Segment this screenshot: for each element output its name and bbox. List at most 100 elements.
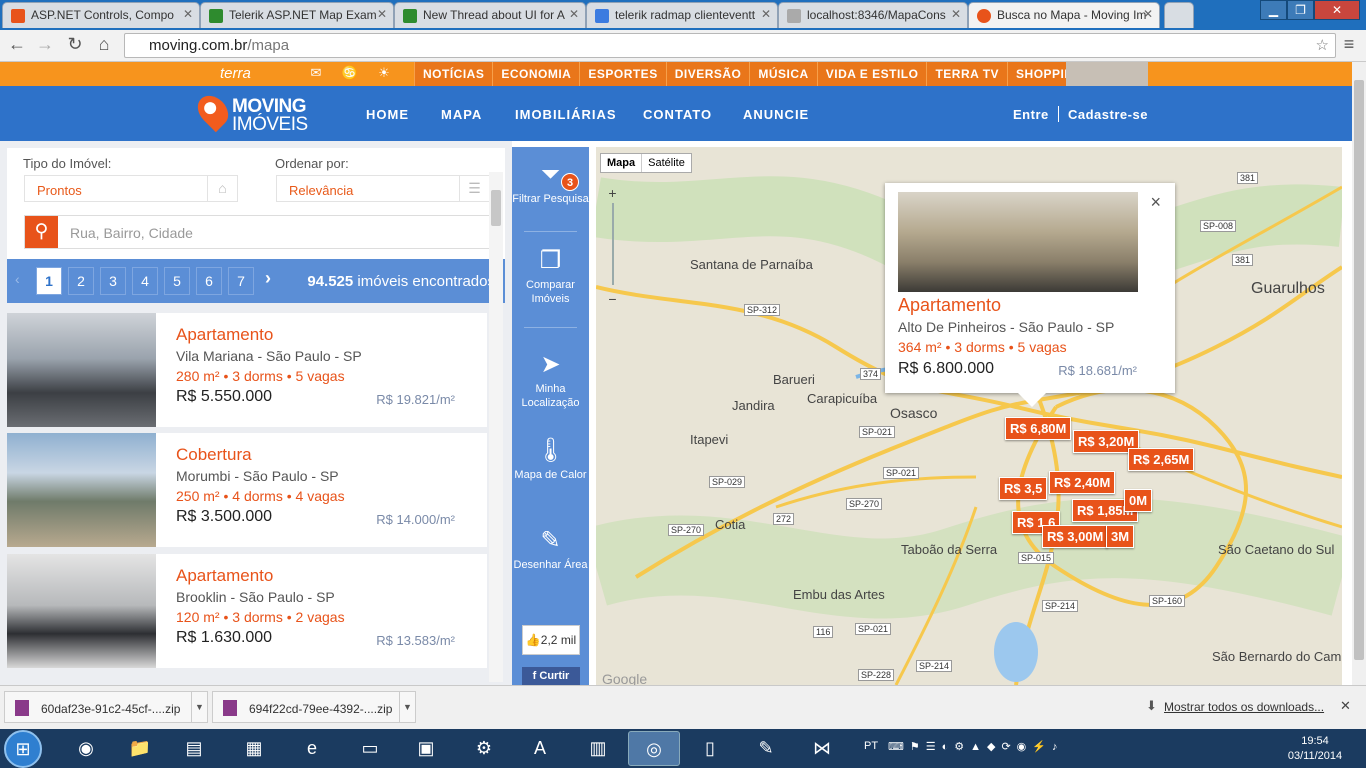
price-marker[interactable]: R$ 2,65M: [1128, 448, 1195, 471]
taskbar-app-icon[interactable]: ✎: [740, 731, 792, 766]
page-button[interactable]: 7: [228, 267, 254, 295]
price-marker[interactable]: 3M: [1106, 525, 1135, 548]
browser-tab[interactable]: ASP.NET Controls, Compo ✕: [2, 2, 200, 28]
browser-tab[interactable]: telerik radmap clienteventt ✕: [586, 2, 778, 28]
map-canvas[interactable]: Mapa Satélite + − Santana de Parnaíba Ba…: [596, 147, 1342, 685]
reload-icon[interactable]: ↻: [64, 34, 86, 55]
address-search[interactable]: ⚲ Rua, Bairro, Cidade: [24, 215, 490, 249]
nav-home[interactable]: HOME: [366, 107, 409, 122]
nav-imobiliarias[interactable]: IMOBILIÁRIAS: [515, 107, 617, 122]
price-marker[interactable]: R$ 6,80M: [1005, 417, 1072, 440]
close-tab-icon[interactable]: ✕: [377, 7, 387, 21]
page-button[interactable]: 6: [196, 267, 222, 295]
back-icon[interactable]: ←: [6, 34, 28, 55]
browser-tab-active[interactable]: Busca no Mapa - Moving Im ✕: [968, 2, 1160, 28]
bookmark-star-icon[interactable]: ☆: [1316, 34, 1329, 57]
clock[interactable]: 19:54 03/11/2014: [1280, 734, 1350, 764]
price-marker[interactable]: 0M: [1124, 489, 1153, 512]
taskbar-calculator-icon[interactable]: ▦: [228, 731, 280, 766]
close-popup-icon[interactable]: ×: [1150, 192, 1161, 213]
show-all-downloads-link[interactable]: Mostrar todos os downloads...: [1164, 700, 1324, 714]
scrollbar-thumb[interactable]: [491, 190, 501, 226]
map-type-map[interactable]: Mapa: [601, 154, 643, 172]
close-downloads-icon[interactable]: ✕: [1340, 698, 1351, 714]
zoom-out-button[interactable]: −: [604, 291, 621, 307]
taskbar-app-icon[interactable]: ▣: [400, 731, 452, 766]
browser-tab[interactable]: New Thread about UI for A ✕: [394, 2, 586, 28]
filter-tool[interactable]: ⏷ Filtrar Pesquisa 3: [512, 161, 589, 206]
horoscope-icon[interactable]: ♋: [340, 65, 360, 81]
taskbar-chrome-icon[interactable]: ◎: [628, 731, 680, 766]
page-button[interactable]: 5: [164, 267, 190, 295]
page-button[interactable]: 4: [132, 267, 158, 295]
terra-nav-item[interactable]: ESPORTES: [579, 62, 666, 86]
listing-popup[interactable]: × Apartamento Alto De Pinheiros - São Pa…: [885, 183, 1175, 407]
taskbar-app-icon[interactable]: ▯: [684, 731, 736, 766]
price-marker[interactable]: R$ 3,5: [999, 477, 1048, 500]
listing-card[interactable]: Apartamento Brooklin - São Paulo - SP 12…: [7, 554, 487, 668]
zoom-in-button[interactable]: +: [604, 185, 621, 201]
home-icon[interactable]: ⌂: [93, 34, 115, 55]
close-tab-icon[interactable]: ✕: [569, 7, 579, 21]
draw-area-tool[interactable]: ✎ Desenhar Área: [512, 527, 589, 572]
listing-card[interactable]: Apartamento Vila Mariana - São Paulo - S…: [7, 313, 487, 427]
signup-link[interactable]: Cadastre-se: [1068, 107, 1148, 122]
map-type-satellite[interactable]: Satélite: [642, 154, 691, 172]
tray-icons[interactable]: ⌨⚑☰◐⚙▲◆⟳◉⚡♪: [888, 740, 1063, 753]
terra-logo[interactable]: terra: [220, 65, 251, 82]
page-button[interactable]: 1: [36, 267, 62, 295]
terra-nav-item[interactable]: DIVERSÃO: [665, 62, 750, 86]
results-scrollbar[interactable]: [489, 172, 503, 682]
listing-card[interactable]: Cobertura Morumbi - São Paulo - SP 250 m…: [7, 433, 487, 547]
taskbar-app-icon[interactable]: ▤: [168, 731, 220, 766]
prev-page-icon[interactable]: ‹: [15, 271, 20, 287]
maximize-icon[interactable]: ❐: [1287, 0, 1314, 20]
download-item[interactable]: 694f22cd-79ee-4392-....zip ▼: [212, 691, 416, 723]
price-marker[interactable]: R$ 2,40M: [1049, 471, 1116, 494]
nav-mapa[interactable]: MAPA: [441, 107, 482, 122]
taskbar-app-icon[interactable]: ▥: [572, 731, 624, 766]
taskbar-explorer-icon[interactable]: 📁: [114, 731, 166, 766]
new-tab-button[interactable]: [1164, 2, 1194, 28]
heatmap-tool[interactable]: 🌡 Mapa de Calor: [512, 437, 589, 482]
chevron-down-icon[interactable]: ▼: [399, 692, 415, 722]
price-marker[interactable]: R$ 3,00M: [1042, 525, 1109, 548]
login-link[interactable]: Entre: [1013, 107, 1049, 122]
browser-tab[interactable]: Telerik ASP.NET Map Exam ✕: [200, 2, 394, 28]
weather-icon[interactable]: ☀: [374, 65, 394, 81]
terra-nav-item[interactable]: MÚSICA: [749, 62, 817, 86]
search-icon[interactable]: ⚲: [25, 216, 58, 248]
location-tool[interactable]: ➤ Minha Localização: [512, 351, 589, 410]
nav-contato[interactable]: CONTATO: [643, 107, 712, 122]
order-select[interactable]: Relevância ☰: [276, 175, 490, 202]
url-input[interactable]: moving.com.br/mapa ☆: [124, 33, 1336, 58]
minimize-icon[interactable]: ▁: [1260, 0, 1287, 20]
terra-nav-item[interactable]: ECONOMIA: [492, 62, 580, 86]
input-language[interactable]: PT: [864, 740, 878, 752]
start-button[interactable]: ⊞: [4, 730, 42, 768]
terra-nav-item[interactable]: TERRA TV: [926, 62, 1008, 86]
close-tab-icon[interactable]: ✕: [951, 7, 961, 21]
type-select[interactable]: Prontos ⌂: [24, 175, 238, 202]
compare-tool[interactable]: ❐ Comparar Imóveis: [512, 247, 589, 306]
close-tab-icon[interactable]: ✕: [183, 7, 193, 21]
page-button[interactable]: 2: [68, 267, 94, 295]
scrollbar-thumb[interactable]: [1354, 80, 1364, 660]
terra-nav-item[interactable]: VIDA E ESTILO: [816, 62, 927, 86]
chevron-down-icon[interactable]: ▼: [191, 692, 207, 722]
menu-icon[interactable]: ≡: [1338, 34, 1360, 55]
taskbar-app-icon[interactable]: ▭: [344, 731, 396, 766]
close-window-icon[interactable]: ✕: [1314, 0, 1360, 20]
download-item[interactable]: 60daf23e-91c2-45cf-....zip ▼: [4, 691, 208, 723]
page-button[interactable]: 3: [100, 267, 126, 295]
next-page-icon[interactable]: ›: [265, 268, 271, 289]
zoom-slider[interactable]: [612, 203, 614, 285]
facebook-like-button[interactable]: f Curtir: [522, 667, 580, 685]
mail-icon[interactable]: ✉: [306, 65, 326, 81]
page-scrollbar[interactable]: [1352, 62, 1366, 685]
close-tab-icon[interactable]: ✕: [1143, 7, 1153, 21]
close-tab-icon[interactable]: ✕: [761, 7, 771, 21]
browser-tab[interactable]: localhost:8346/MapaCons ✕: [778, 2, 968, 28]
taskbar-app-icon[interactable]: ◉: [60, 731, 112, 766]
nav-anuncie[interactable]: ANUNCIE: [743, 107, 809, 122]
